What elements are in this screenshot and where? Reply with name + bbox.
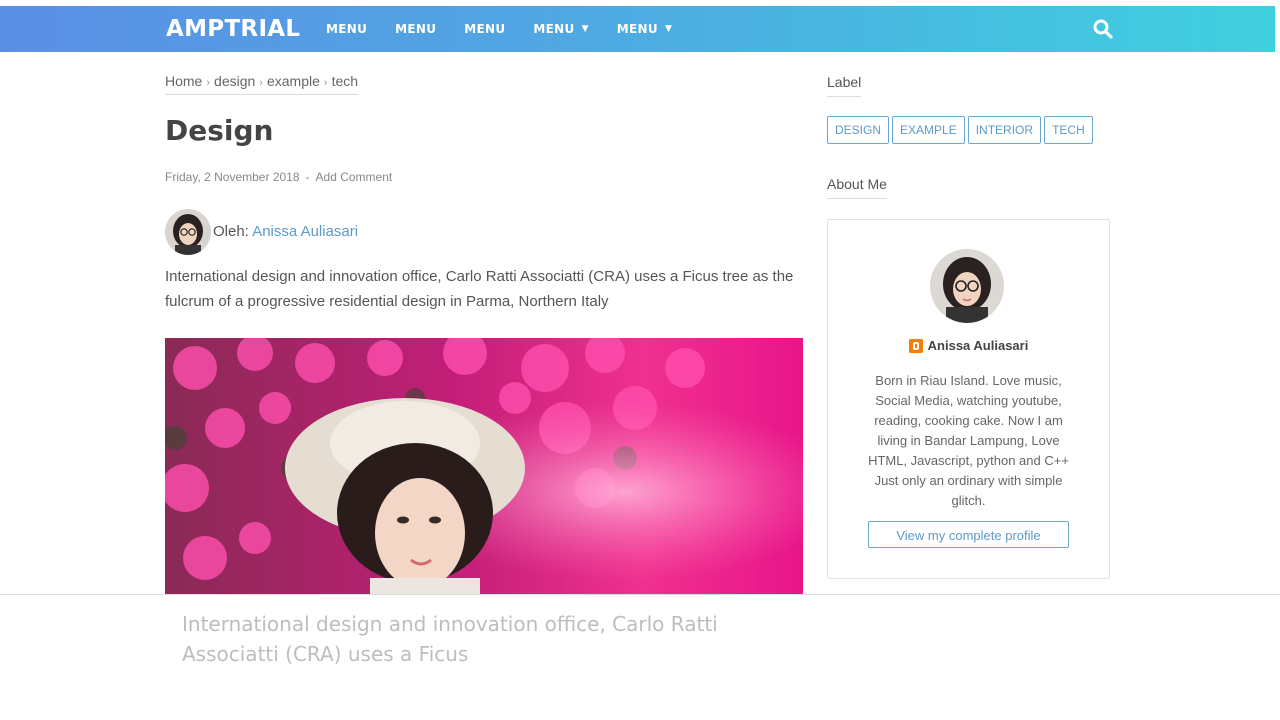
nav-menu-label: MENU [326, 22, 368, 36]
tag-tech[interactable]: TECH [1044, 116, 1093, 144]
label-widget-title: Label [827, 74, 862, 97]
author-avatar[interactable] [165, 208, 211, 255]
breadcrumb-separator-icon: › [323, 77, 328, 89]
tag-design[interactable]: DESIGN [827, 116, 890, 144]
hero-photo-icon [165, 338, 803, 594]
post-author: Oleh: Anissa Auliasari [165, 208, 358, 255]
nav-menu-3[interactable]: MENU [450, 6, 519, 52]
overlay-caption: International design and innovation offi… [182, 612, 718, 666]
nav-menu-1[interactable]: MENU [312, 6, 381, 52]
breadcrumb-example[interactable]: example [267, 73, 320, 89]
nav-menu-label: MENU [616, 22, 658, 36]
search-icon[interactable] [1093, 19, 1113, 39]
content-divider [0, 594, 1280, 595]
profile-bio: Born in Riau Island. Love music, Social … [868, 373, 1069, 508]
post-title: Design [165, 114, 274, 147]
author-prefix: Oleh: [213, 223, 249, 240]
author-byline: Oleh: Anissa Auliasari [213, 223, 358, 240]
profile-avatar[interactable] [930, 249, 1004, 323]
author-name-link[interactable]: Anissa Auliasari [252, 223, 358, 240]
post-date: Friday, 2 November 2018 [165, 170, 300, 184]
post-hero-image[interactable] [165, 338, 803, 594]
about-widget-title: About Me [827, 176, 887, 199]
nav-menu-label: MENU [395, 22, 437, 36]
nav-menu-2[interactable]: MENU [381, 6, 450, 52]
about-me-card: Anissa Auliasari Born in Riau Island. Lo… [827, 219, 1110, 579]
breadcrumb: Home › design › example › tech [165, 73, 359, 95]
caret-down-icon: ▼ [664, 24, 673, 34]
nav-menu-label: MENU [464, 22, 506, 36]
nav-menu-5-dropdown[interactable]: MENU ▼ [603, 6, 686, 52]
nav-menu-label: MENU [533, 22, 575, 36]
blogger-icon [908, 338, 923, 353]
profile-name: Anissa Auliasari [828, 338, 1109, 353]
view-profile-button[interactable]: View my complete profile [868, 521, 1069, 548]
profile-name-text[interactable]: Anissa Auliasari [928, 338, 1029, 353]
caret-down-icon: ▼ [581, 24, 589, 34]
post-excerpt: International design and innovation offi… [165, 268, 794, 310]
breadcrumb-tech[interactable]: tech [332, 73, 358, 89]
breadcrumb-separator-icon: › [206, 77, 211, 89]
tag-list: DESIGN EXAMPLE INTERIOR TECH [827, 116, 1093, 144]
avatar-portrait-icon [165, 208, 211, 255]
breadcrumb-home[interactable]: Home [165, 73, 202, 89]
breadcrumb-design[interactable]: design [214, 73, 255, 89]
top-navbar: AMPTRIAL MENU MENU MENU MENU ▼ MENU ▼ [0, 6, 1275, 52]
main-nav: MENU MENU MENU MENU ▼ MENU ▼ [312, 6, 686, 52]
nav-menu-4-dropdown[interactable]: MENU ▼ [519, 6, 602, 52]
avatar-portrait-icon [930, 249, 1004, 323]
add-comment-link[interactable]: Add Comment [316, 170, 393, 184]
meta-separator: - [305, 170, 310, 184]
tag-interior[interactable]: INTERIOR [967, 116, 1042, 144]
breadcrumb-separator-icon: › [259, 77, 263, 89]
tag-example[interactable]: EXAMPLE [892, 116, 965, 144]
post-meta: Friday, 2 November 2018- Add Comment [165, 170, 392, 184]
brand-logo[interactable]: AMPTRIAL [166, 6, 300, 52]
